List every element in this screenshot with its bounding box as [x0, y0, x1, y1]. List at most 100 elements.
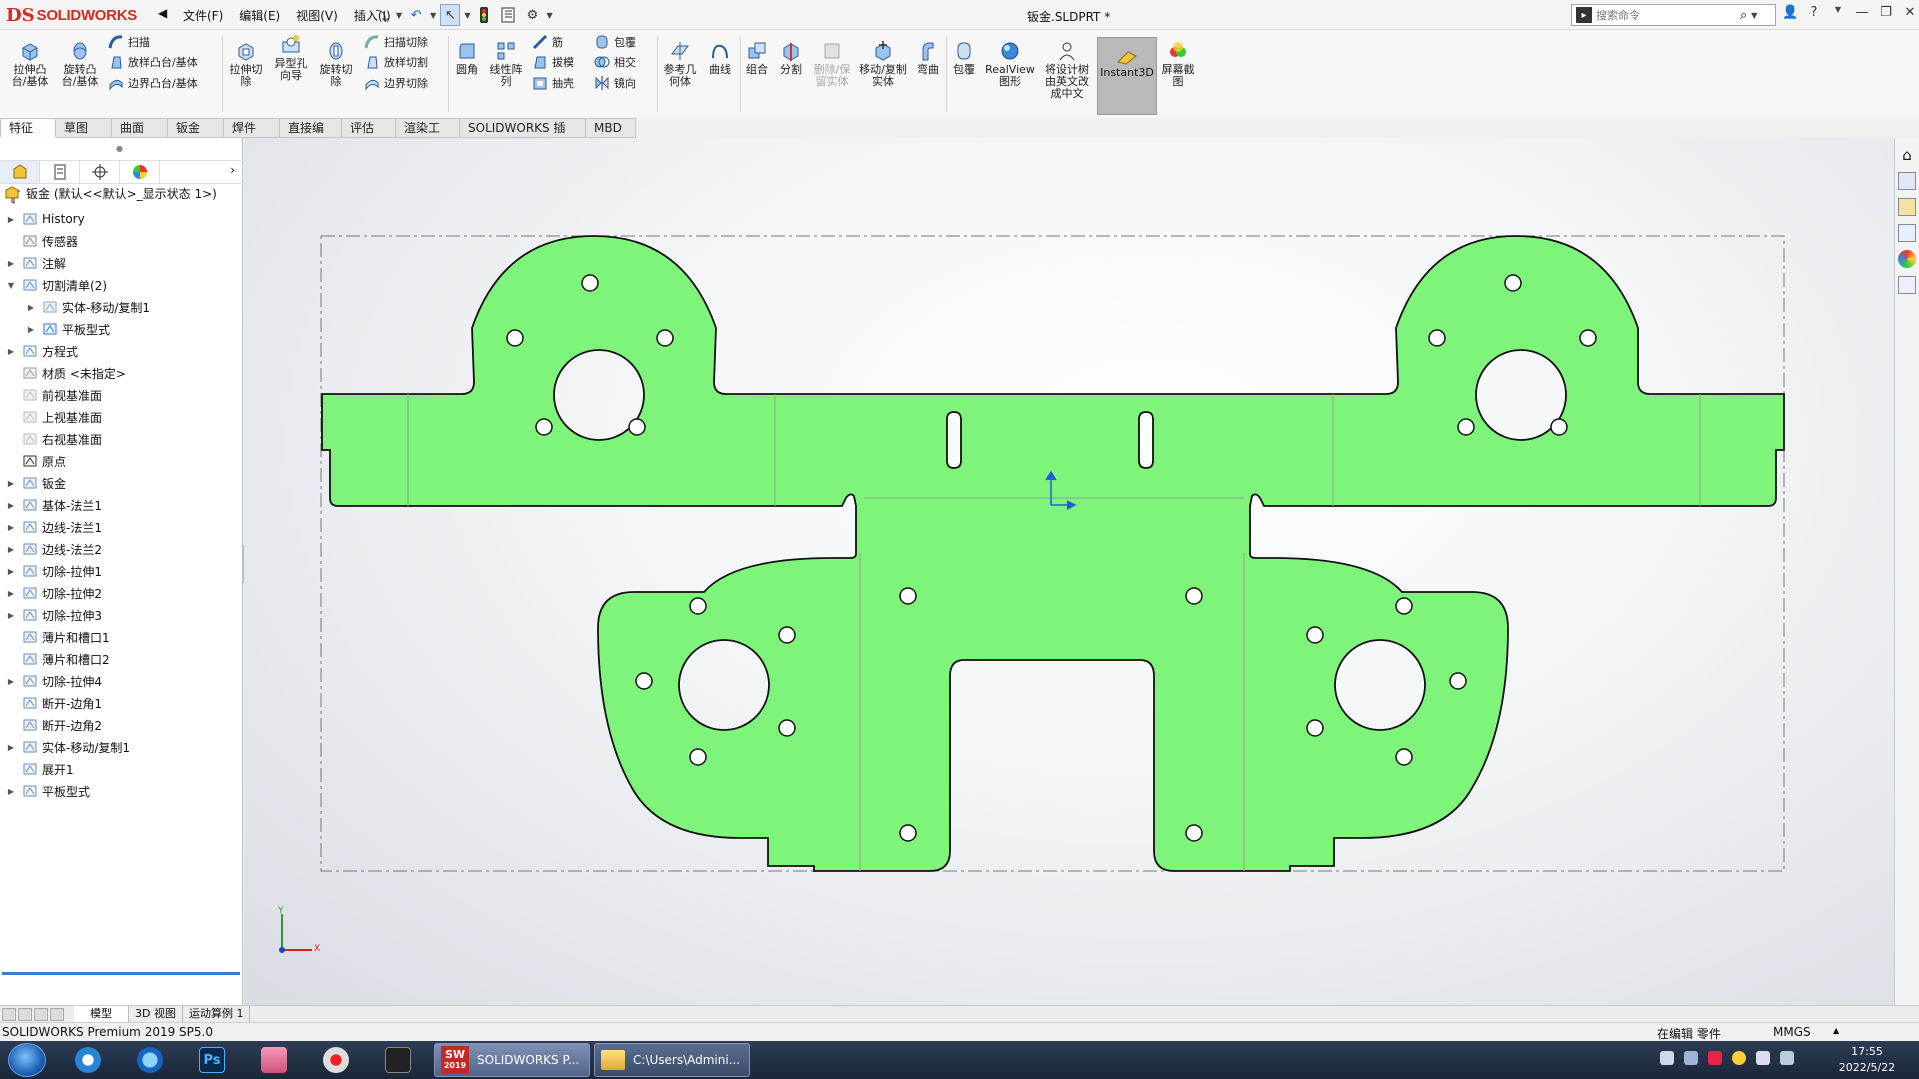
reference-geometry-button[interactable]: 参考几何体 [660, 40, 700, 88]
taskbar-ie[interactable] [126, 1044, 174, 1076]
expand-arrow-icon[interactable]: ▶ [6, 523, 16, 532]
tree-item[interactable]: 前视基准面 [0, 384, 240, 406]
draft-button[interactable]: 拔模 [532, 54, 574, 70]
tree-item[interactable]: 原点 [0, 450, 240, 472]
tree-item[interactable]: 断开-边角1 [0, 692, 240, 714]
security-icon[interactable] [1732, 1051, 1746, 1065]
tree-item[interactable]: ▶ 平板型式 [0, 780, 240, 802]
expand-arrow-icon[interactable]: ▶ [26, 325, 36, 334]
command-search-icon[interactable]: ▸ [1576, 7, 1592, 23]
tab-motion-study[interactable]: 运动算例 1 [183, 1006, 251, 1022]
expand-arrow-icon[interactable]: ▶ [6, 787, 16, 796]
extrude-boss-button[interactable]: 拉伸凸台/基体 [8, 40, 52, 88]
tab-sheet-metal[interactable]: 钣金 [168, 118, 224, 138]
wrap-button[interactable]: 包覆 [594, 34, 636, 50]
translate-tree-button[interactable]: 将设计树由英文改成中文 [1040, 40, 1094, 100]
tab-weldments[interactable]: 焊件 [224, 118, 280, 138]
boundary-boss-button[interactable]: 边界凸台/基体 [108, 75, 198, 91]
tree-item[interactable]: ▶ History [0, 208, 240, 230]
expand-arrow-icon[interactable]: ▶ [6, 567, 16, 576]
view-palette-icon[interactable] [1898, 224, 1916, 242]
tree-item[interactable]: 右视基准面 [0, 428, 240, 450]
tree-item[interactable]: ▶ 平板型式 [0, 318, 240, 340]
tree-item[interactable]: ▶ 钣金 [0, 472, 240, 494]
revolve-cut-button[interactable]: 旋转切除 [316, 40, 356, 88]
chevron-right-icon[interactable]: › [230, 163, 235, 177]
search-input[interactable] [1596, 8, 1736, 22]
tab-display-manager[interactable] [120, 161, 160, 183]
apply-scene-icon[interactable]: ◐ [1136, 138, 1152, 140]
tile-left-icon[interactable]: ◧ [1792, 138, 1803, 139]
viewport-close-icon[interactable]: ✕ [1885, 138, 1894, 139]
menu-view[interactable]: 视图(V) [288, 7, 346, 24]
tab-surfaces[interactable]: 曲面 [112, 118, 168, 138]
first-tab-nav-icon[interactable] [2, 1007, 16, 1021]
expand-arrow-icon[interactable]: ▶ [6, 479, 16, 488]
start-button[interactable] [8, 1043, 46, 1077]
close-icon[interactable]: ✕ [1902, 5, 1918, 20]
menu-edit[interactable]: 编辑(E) [231, 7, 288, 24]
viewport-minimize-icon[interactable]: — [1839, 138, 1851, 139]
tree-item[interactable]: ▶ 切除-拉伸1 [0, 560, 240, 582]
chevron-down-icon[interactable]: ▼ [464, 11, 470, 20]
tree-item[interactable]: ▶ 边线-法兰1 [0, 516, 240, 538]
shell-button[interactable]: 抽壳 [532, 75, 574, 91]
network-icon[interactable] [1684, 1051, 1698, 1065]
taskbar-photoshop[interactable]: Ps [188, 1044, 236, 1076]
insert-menu-icon[interactable]: ⤵ [372, 4, 392, 26]
taskbar-solidworks-window[interactable]: SW 2019 SOLIDWORKS P... [434, 1043, 590, 1077]
tab-configuration-manager[interactable] [80, 161, 120, 183]
solidworks-logo[interactable]: DS SOLIDWORKS [6, 3, 137, 27]
sheet-metal-flat-pattern[interactable] [321, 235, 1785, 872]
tree-item[interactable]: ▶ 边线-法兰2 [0, 538, 240, 560]
menu-file[interactable]: 文件(F) [175, 7, 231, 24]
instant3d-button[interactable]: Instant3D [1097, 37, 1157, 115]
swept-cut-button[interactable]: 扫描切除 [364, 34, 428, 50]
curves-button[interactable]: 曲线 [704, 40, 736, 76]
tab-solidworks-addins[interactable]: SOLIDWORKS 插件 [460, 118, 586, 154]
chevron-down-icon[interactable]: ▼ [1830, 5, 1846, 20]
display-style-icon[interactable]: ▣ [1058, 138, 1074, 140]
tree-item[interactable]: 展开1 [0, 758, 240, 780]
viewport-restore-icon[interactable]: ❐ [1863, 138, 1874, 139]
zoom-to-area-icon[interactable]: 🔎 [928, 138, 944, 140]
tab-feature-manager[interactable] [0, 161, 40, 183]
fillet-button[interactable]: 圆角 [452, 40, 482, 76]
tree-item[interactable]: ▶ 基体-法兰1 [0, 494, 240, 516]
chevron-down-icon[interactable]: ▼ [430, 11, 436, 20]
taskbar-app-6[interactable] [374, 1044, 422, 1076]
tab-features[interactable]: 特征 [0, 118, 56, 138]
expand-arrow-icon[interactable]: ▶ [6, 259, 16, 268]
expand-arrow-icon[interactable]: ▶ [26, 303, 36, 312]
revolve-boss-button[interactable]: 旋转凸台/基体 [58, 40, 102, 88]
lofted-cut-button[interactable]: 放样切割 [364, 54, 428, 70]
flex-button[interactable]: 弯曲 [912, 40, 944, 76]
tree-item[interactable]: 薄片和槽口1 [0, 626, 240, 648]
tile-right-icon[interactable]: ◨ [1815, 138, 1826, 139]
taskbar-app-1[interactable] [64, 1044, 112, 1076]
volume-icon[interactable] [1756, 1051, 1770, 1065]
panel-grip-icon[interactable]: ● [116, 144, 123, 153]
tree-item[interactable]: ▶ 注解 [0, 252, 240, 274]
split-button[interactable]: 分割 [776, 40, 806, 76]
boundary-cut-button[interactable]: 边界切除 [364, 75, 428, 91]
view-orient-arrow-icon[interactable]: ⇡ [876, 138, 892, 140]
expand-arrow-icon[interactable]: ▶ [6, 501, 16, 510]
tree-item[interactable]: ▶ 切除-拉伸2 [0, 582, 240, 604]
expand-arrow-icon[interactable]: ▶ [6, 215, 16, 224]
expand-arrow-icon[interactable]: ▶ [6, 545, 16, 554]
taskbar-app-5[interactable] [312, 1044, 360, 1076]
chevron-up-icon[interactable]: ▲ [1833, 1026, 1839, 1035]
dynamic-annotation-icon[interactable]: ◈ [1006, 138, 1022, 140]
menu-arrow-icon[interactable]: ◀ [158, 6, 167, 20]
tree-item[interactable]: ▶ 方程式 [0, 340, 240, 362]
chevron-down-icon[interactable]: ▼ [1751, 11, 1757, 20]
user-icon[interactable]: 👤 [1782, 5, 1798, 20]
move-copy-body-button[interactable]: 移动/复制实体 [858, 40, 908, 88]
collapse-arrow-icon[interactable]: ▼ [6, 281, 16, 290]
file-explorer-icon[interactable] [1898, 198, 1916, 216]
extrude-cut-button[interactable]: 拉伸切除 [226, 40, 266, 88]
rebuild-icon[interactable] [474, 4, 494, 26]
linear-pattern-button[interactable]: 线性阵列 [486, 40, 526, 88]
edit-appearance-icon[interactable]: ◕ [1110, 138, 1126, 140]
